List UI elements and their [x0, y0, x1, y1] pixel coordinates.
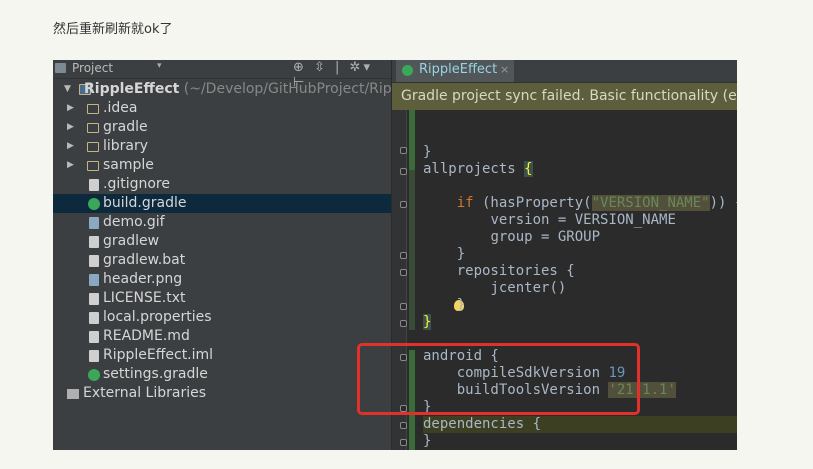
- file-icon: [89, 312, 99, 324]
- fold-marker-icon[interactable]: [400, 439, 407, 446]
- file-icon: [89, 236, 99, 248]
- fold-marker-icon[interactable]: [400, 303, 407, 310]
- tree-item-library[interactable]: ▶ library: [53, 137, 391, 156]
- image-file-icon: [89, 217, 99, 229]
- tree-root-rippleeffect[interactable]: ▼ RippleEffect (~/Develop/GitHubProject/…: [53, 80, 459, 99]
- image-file-icon: [89, 274, 99, 286]
- project-panel-title[interactable]: Project: [72, 61, 113, 75]
- gradle-file-icon: [88, 369, 100, 381]
- highlight-box: [357, 343, 640, 415]
- tree-item-local-properties[interactable]: local.properties: [53, 308, 391, 327]
- gradle-file-icon: [402, 65, 413, 76]
- fold-marker-icon[interactable]: [400, 201, 407, 208]
- fold-marker-icon[interactable]: [400, 269, 407, 276]
- tree-item-build-gradle[interactable]: build.gradle: [53, 194, 391, 213]
- expand-arrow-icon[interactable]: ▶: [67, 137, 74, 156]
- expand-arrow-icon[interactable]: ▶: [67, 156, 74, 175]
- tree-item-license[interactable]: LICENSE.txt: [53, 289, 391, 308]
- folder-icon: [87, 142, 99, 152]
- tree-item-gradlew-bat[interactable]: gradlew.bat: [53, 251, 391, 270]
- fold-marker-icon[interactable]: [400, 422, 407, 429]
- library-icon: [67, 389, 79, 399]
- tree-item-iml[interactable]: RippleEffect.iml: [53, 346, 391, 365]
- tree-item-idea[interactable]: ▶ .idea: [53, 99, 391, 118]
- tree-item-gradle[interactable]: ▶ gradle: [53, 118, 391, 137]
- project-panel: Project ▾ ⊕ ⇳ | ✲▾ ⊢ ▼ RippleEffect (~/D…: [53, 60, 459, 450]
- tree-item-external-libraries[interactable]: External Libraries: [53, 384, 391, 403]
- tree-item-header-png[interactable]: header.png: [53, 270, 391, 289]
- page-caption: 然后重新刷新就ok了: [53, 22, 173, 37]
- expand-arrow-icon[interactable]: ▶: [67, 99, 74, 118]
- editor-tabbar: RippleEffect ×: [392, 60, 737, 83]
- expand-arrow-icon[interactable]: ▼: [64, 80, 71, 99]
- tab-label: RippleEffect: [419, 62, 498, 77]
- file-icon: [89, 293, 99, 305]
- folder-icon: [87, 123, 99, 133]
- tree-item-demo-gif[interactable]: demo.gif: [53, 213, 391, 232]
- fold-marker-icon[interactable]: [400, 168, 407, 175]
- vcs-change-marker: [409, 110, 415, 170]
- gradle-sync-notification: Gradle project sync failed. Basic functi…: [392, 83, 737, 110]
- tree-item-gradlew[interactable]: gradlew: [53, 232, 391, 251]
- chevron-down-icon[interactable]: ▾: [157, 61, 162, 71]
- fold-marker-icon[interactable]: [400, 320, 407, 327]
- project-tree: ▼ RippleEffect (~/Develop/GitHubProject/…: [53, 80, 459, 403]
- fold-marker-icon[interactable]: [400, 147, 407, 154]
- tree-item-settings-gradle[interactable]: settings.gradle: [53, 365, 391, 384]
- vcs-change-marker: [409, 170, 415, 330]
- root-name: RippleEffect: [84, 81, 180, 97]
- file-icon: [89, 255, 99, 267]
- file-icon: [89, 331, 99, 343]
- gradle-file-icon: [88, 198, 100, 210]
- project-panel-header: Project ▾ ⊕ ⇳ | ✲▾ ⊢: [53, 60, 391, 90]
- file-icon: [89, 350, 99, 362]
- expand-arrow-icon[interactable]: ▶: [67, 118, 74, 137]
- tab-rippleeffect[interactable]: RippleEffect ×: [396, 60, 514, 82]
- tree-item-sample[interactable]: ▶ sample: [53, 156, 391, 175]
- close-icon[interactable]: ×: [500, 63, 509, 76]
- project-view-icon: [55, 63, 66, 73]
- folder-icon: [87, 104, 99, 114]
- folder-icon: [87, 161, 99, 171]
- tree-item-gitignore[interactable]: .gitignore: [53, 175, 391, 194]
- tree-item-readme[interactable]: README.md: [53, 327, 391, 346]
- fold-marker-icon[interactable]: [400, 252, 407, 259]
- file-icon: [89, 179, 99, 191]
